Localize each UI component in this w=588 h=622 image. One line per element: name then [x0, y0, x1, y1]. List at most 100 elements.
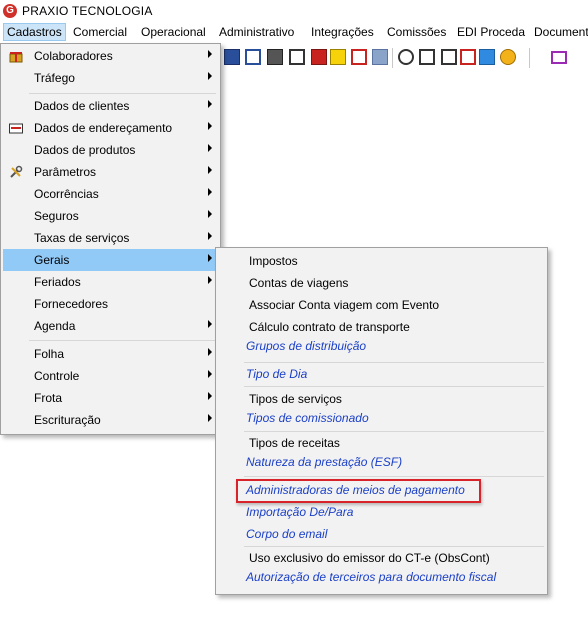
menu-item-gerais[interactable]: Gerais: [3, 249, 218, 271]
menu-item-escrituracao[interactable]: Escrituração: [3, 409, 218, 431]
menu-item-dados-de-enderecamento[interactable]: Dados de endereçamento: [3, 117, 218, 139]
menu-item-dados-de-clientes[interactable]: Dados de clientes: [3, 95, 218, 117]
menu-item-taxas-de-servicos[interactable]: Taxas de serviços: [3, 227, 218, 249]
submenu-item-grupos-de-distribuicao[interactable]: Grupos de distribuição: [218, 335, 545, 357]
menu-item-label: Controle: [34, 369, 80, 383]
submenu-item-label: Contas de viagens: [249, 276, 349, 290]
menu-item-label: Tráfego: [34, 71, 75, 85]
menu-item-label: Frota: [34, 391, 63, 405]
submenu-item-contas-de-viagens[interactable]: Contas de viagens: [218, 272, 545, 294]
gerais-submenu: Impostos Contas de viagens Associar Cont…: [215, 247, 548, 595]
submenu-item-label: Tipos de comissionado: [246, 411, 369, 425]
menu-documentos[interactable]: Document: [534, 25, 588, 39]
menu-item-label: Dados de clientes: [34, 99, 130, 113]
menu-item-folha[interactable]: Folha: [3, 343, 218, 365]
submenu-item-label: Importação De/Para: [246, 505, 354, 519]
clipboard-icon[interactable]: [330, 49, 346, 65]
submenu-item-natureza-da-prestacao[interactable]: Natureza da prestação (ESF): [218, 451, 545, 473]
menu-item-agenda[interactable]: Agenda: [3, 315, 218, 337]
submenu-item-corpo-do-email[interactable]: Corpo do email: [218, 523, 545, 545]
record-icon[interactable]: [224, 49, 240, 65]
menu-bar: Cadastros Comercial Operacional Administ…: [0, 22, 588, 43]
submenu-arrow-icon: [208, 50, 212, 58]
submenu-item-tipos-de-comissionado[interactable]: Tipos de comissionado: [218, 407, 545, 429]
submenu-item-label: Impostos: [249, 254, 298, 268]
menu-item-ocorrencias[interactable]: Ocorrências: [3, 183, 218, 205]
menu-item-label: Dados de endereçamento: [34, 121, 173, 135]
menu-operacional[interactable]: Operacional: [141, 25, 206, 39]
submenu-arrow-icon: [208, 370, 212, 378]
menu-separator: [29, 93, 216, 94]
menu-item-label: Seguros: [34, 209, 79, 223]
delete-icon[interactable]: [460, 49, 476, 65]
help-icon[interactable]: [372, 49, 388, 65]
submenu-item-label: Uso exclusivo do emissor do CT-e (ObsCon…: [249, 551, 490, 565]
menu-item-label: Folha: [34, 347, 65, 361]
menu-item-feriados[interactable]: Feriados: [3, 271, 218, 293]
submenu-item-importacao-de-para[interactable]: Importação De/Para: [218, 501, 545, 523]
toolbar-separator: [529, 48, 530, 68]
gift-icon: [9, 52, 23, 63]
submenu-item-impostos[interactable]: Impostos: [218, 250, 545, 272]
search-icon[interactable]: [398, 49, 414, 65]
menu-item-trafego[interactable]: Tráfego: [3, 67, 218, 89]
menu-item-label: Escrituração: [34, 413, 101, 427]
submenu-item-tipo-de-dia[interactable]: Tipo de Dia: [218, 363, 545, 385]
menu-item-frota[interactable]: Frota: [3, 387, 218, 409]
menu-cadastros[interactable]: Cadastros: [3, 23, 66, 41]
submenu-arrow-icon: [208, 232, 212, 240]
menu-item-parametros[interactable]: Parâmetros: [3, 161, 218, 183]
submenu-arrow-icon: [208, 348, 212, 356]
toolbar-separator: [392, 48, 393, 68]
submenu-item-label: Tipos de receitas: [249, 436, 340, 450]
monitor-icon[interactable]: [551, 51, 567, 64]
menu-item-controle[interactable]: Controle: [3, 365, 218, 387]
chart-icon[interactable]: [500, 49, 516, 65]
menu-item-label: Colaboradores: [34, 49, 113, 63]
title-bar: G PRAXIO TECNOLOGIA: [0, 0, 588, 22]
app-title: PRAXIO TECNOLOGIA: [22, 4, 153, 18]
menu-administrativo[interactable]: Administrativo: [219, 25, 294, 39]
search-documents-icon[interactable]: [419, 49, 435, 65]
submenu-item-autorizacao-terceiros[interactable]: Autorização de terceiros para documento …: [218, 566, 545, 588]
menu-item-dados-de-produtos[interactable]: Dados de produtos: [3, 139, 218, 161]
app-logo-icon: G: [3, 4, 17, 18]
report-icon[interactable]: [289, 49, 305, 65]
menu-item-fornecedores[interactable]: Fornecedores: [3, 293, 218, 315]
submenu-item-label: Grupos de distribuição: [246, 339, 367, 353]
copy-icon[interactable]: [441, 49, 457, 65]
print-preview-icon[interactable]: [479, 49, 495, 65]
menu-comercial[interactable]: Comercial: [73, 25, 127, 39]
submenu-item-label: Cálculo contrato de transporte: [249, 320, 410, 334]
menu-item-seguros[interactable]: Seguros: [3, 205, 218, 227]
menu-edi-proceda[interactable]: EDI Proceda: [457, 25, 525, 39]
menu-item-label: Feriados: [34, 275, 81, 289]
submenu-item-label: Associar Conta viagem com Evento: [249, 298, 440, 312]
menu-item-colaboradores[interactable]: Colaboradores: [3, 45, 218, 67]
menu-separator: [29, 340, 216, 341]
save-icon[interactable]: [351, 49, 367, 65]
cube-icon[interactable]: [311, 49, 327, 65]
menu-item-label: Dados de produtos: [34, 143, 136, 157]
printer-icon[interactable]: [267, 49, 283, 65]
submenu-arrow-icon: [208, 122, 212, 130]
submenu-arrow-icon: [208, 144, 212, 152]
menu-item-label: Gerais: [34, 253, 70, 267]
submenu-item-label: Autorização de terceiros para documento …: [246, 570, 497, 584]
menu-item-label: Fornecedores: [34, 297, 109, 311]
envelope-icon: [9, 123, 23, 134]
menu-separator: [244, 476, 544, 477]
submenu-item-associar-conta-viagem[interactable]: Associar Conta viagem com Evento: [218, 294, 545, 316]
menu-item-label: Ocorrências: [34, 187, 99, 201]
cadastros-dropdown: Colaboradores Tráfego Dados de clientes …: [0, 43, 221, 435]
submenu-arrow-icon: [208, 414, 212, 422]
submenu-item-label: Tipos de serviços: [249, 392, 342, 406]
menu-comissoes[interactable]: Comissões: [387, 25, 446, 39]
submenu-arrow-icon: [208, 100, 212, 108]
submenu-arrow-icon: [208, 320, 212, 328]
menu-integracoes[interactable]: Integrações: [311, 25, 374, 39]
tools-icon: [10, 165, 23, 178]
submenu-arrow-icon: [208, 210, 212, 218]
documents-icon[interactable]: [245, 49, 261, 65]
menu-item-label: Agenda: [34, 319, 76, 333]
